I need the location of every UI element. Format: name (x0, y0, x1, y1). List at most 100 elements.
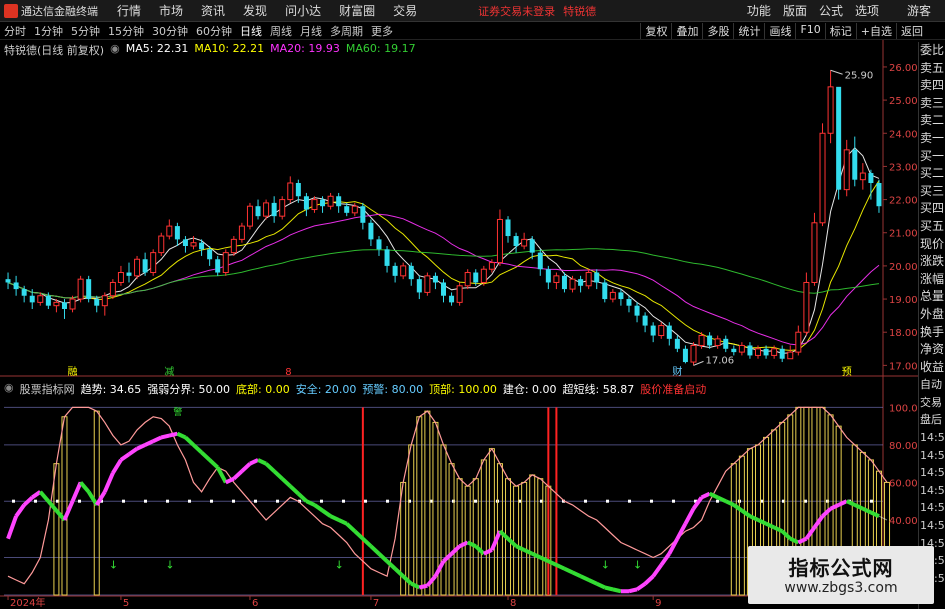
tool-statistics[interactable]: 统计 (733, 22, 764, 39)
menu-function[interactable]: 功能 (741, 2, 777, 19)
trend-up-segment (102, 472, 115, 493)
candle-body-down (441, 282, 446, 296)
tool-multi-stock[interactable]: 多股 (702, 22, 733, 39)
menu-news[interactable]: 资讯 (192, 2, 234, 19)
candle-body-down (360, 206, 366, 223)
trend-down-segment (861, 506, 872, 515)
indicator-bar (513, 485, 520, 596)
period-monthly[interactable]: 月线 (296, 23, 326, 39)
trend-down-segment (200, 450, 212, 462)
trend-up-segment (837, 499, 848, 507)
trend-up-segment (127, 447, 139, 456)
top-menubar: 通达信金融终端 行情 市场 资讯 发现 问小达 财富圈 交易 证券交易未登录 特… (0, 0, 945, 22)
tool-f10[interactable]: F10 (795, 22, 824, 39)
trend-down-segment (337, 518, 348, 526)
candle-body-down (215, 259, 221, 273)
side-time-label: 14:56 (920, 466, 945, 480)
guest-login[interactable]: 游客 (901, 2, 937, 19)
divider-dot (870, 499, 873, 503)
period-multi[interactable]: 多周期 (326, 23, 367, 39)
trend-up-segment (160, 433, 170, 440)
menu-market[interactable]: 市场 (150, 2, 192, 19)
side-quote-label: 外盘 (919, 306, 944, 321)
period-30min[interactable]: 30分钟 (148, 23, 192, 39)
menu-trade[interactable]: 交易 (384, 2, 426, 19)
period-1min[interactable]: 1分钟 (30, 23, 67, 39)
legend-settings-icon[interactable]: ◉ (110, 42, 120, 56)
candle-body-down (336, 196, 342, 207)
menu-discover[interactable]: 发现 (234, 2, 276, 19)
ma-line-ma10 (7, 180, 880, 351)
menu-ask[interactable]: 问小达 (276, 2, 330, 19)
candle-body-up (238, 225, 245, 240)
trend-down-segment (845, 499, 856, 507)
candle-body-up (795, 331, 802, 353)
tool-back[interactable]: 返回 (896, 22, 927, 39)
menu-wealth[interactable]: 财富圈 (330, 2, 384, 19)
candle-body-up (311, 199, 318, 211)
indicator-bar (496, 463, 503, 596)
period-5min[interactable]: 5分钟 (67, 23, 104, 39)
down-arrow-icon: ↓ (335, 559, 344, 572)
trend-up-segment (70, 481, 83, 502)
trend-up-segment (31, 490, 42, 500)
indicator-bar (505, 478, 512, 596)
indicator-settings-icon[interactable]: ◉ (4, 381, 14, 395)
candle-body-down (344, 206, 350, 213)
candle-body-down (876, 183, 882, 207)
tool-draw-line[interactable]: 画线 (764, 22, 795, 39)
trend-down-segment (498, 529, 510, 541)
candle-body-down (255, 206, 261, 217)
candle-body-up (456, 285, 463, 303)
candle-body-up (351, 205, 358, 214)
candle-body-up (585, 272, 592, 287)
divider-dot (716, 499, 719, 503)
candle-body-down (594, 272, 600, 283)
trend-down-segment (724, 499, 735, 507)
candle-body-up (464, 272, 471, 287)
tool-overlay[interactable]: 叠加 (671, 22, 702, 39)
trend-up-segment (628, 587, 638, 594)
menu-quotes[interactable]: 行情 (108, 2, 150, 19)
period-weekly[interactable]: 周线 (266, 23, 296, 39)
candle-body-up (827, 86, 834, 134)
tool-add-watchlist[interactable]: +自选 (855, 22, 896, 39)
period-15min[interactable]: 15分钟 (104, 23, 148, 39)
legend-ma20: MA20: 19.93 (270, 42, 340, 55)
trend-down-segment (604, 585, 614, 592)
tool-mark[interactable]: 标记 (824, 22, 856, 39)
trend-up-segment (651, 563, 663, 578)
trend-up-segment (821, 507, 832, 518)
trade-login-warning[interactable]: 证券交易未登录 (478, 3, 555, 19)
trend-down-segment (474, 544, 486, 556)
trend-up-segment (482, 548, 493, 556)
candle-body-down (731, 348, 737, 353)
period-more[interactable]: 更多 (367, 23, 397, 39)
period-60min[interactable]: 60分钟 (192, 23, 236, 39)
period-timeshare[interactable]: 分时 (0, 23, 30, 39)
side-time-label: 14:56 (920, 519, 945, 533)
candle-body-down (836, 86, 842, 190)
price-tick-label: 17.00 (889, 361, 918, 372)
trend-down-segment (192, 443, 203, 454)
tool-restore-rights[interactable]: 复权 (640, 22, 671, 39)
candle-body-up (69, 298, 76, 310)
trend-down-segment (393, 567, 405, 578)
trend-down-segment (86, 490, 99, 506)
menu-options[interactable]: 选项 (849, 2, 885, 19)
side-quote-label: 换手 (919, 324, 944, 339)
candle-body-down (392, 265, 398, 276)
trend-up-segment (232, 469, 244, 481)
side-time-label: 交易 (920, 395, 942, 409)
candle-body-down (763, 348, 769, 356)
candle-body-up (101, 295, 108, 307)
period-daily[interactable]: 日线 (236, 23, 266, 39)
legend-top: 顶部: 100.00 (429, 383, 497, 396)
indicator-tick-label: 60.00 (889, 478, 918, 489)
candle-body-up (569, 278, 576, 290)
menu-layout[interactable]: 版面 (777, 2, 813, 19)
menu-formula[interactable]: 公式 (813, 2, 849, 19)
indicator-bar (488, 448, 495, 596)
legend-ready-start: 股价准备启动 (640, 383, 707, 396)
trend-up-segment (700, 491, 711, 500)
